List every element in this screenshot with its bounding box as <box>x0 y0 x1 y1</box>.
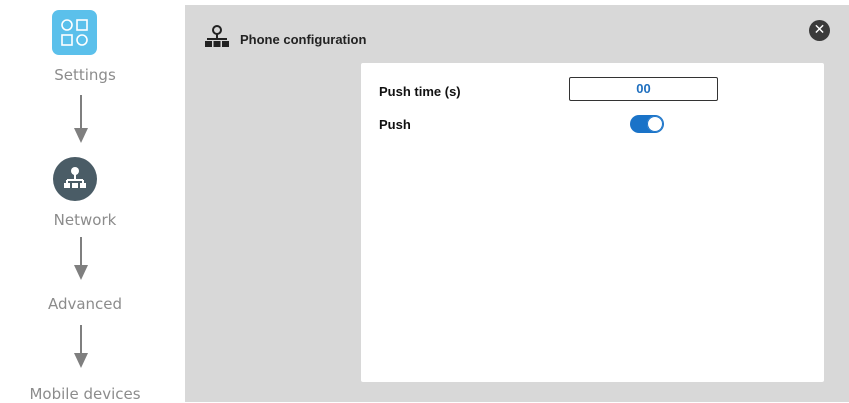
push-label: Push <box>379 117 411 132</box>
arrow-down-icon <box>74 325 88 375</box>
arrow-down-icon <box>74 237 88 287</box>
nav-step-advanced[interactable]: Advanced <box>0 295 170 313</box>
nav-step-mobile-devices[interactable]: Mobile devices <box>0 385 170 403</box>
arrow-down-icon <box>74 95 88 145</box>
phone-configuration-panel: Phone configuration ✕ Push time (s) 00 P… <box>185 5 849 402</box>
toggle-knob <box>647 116 663 132</box>
settings-icon[interactable] <box>52 10 97 55</box>
nav-step-network[interactable]: Network <box>0 211 170 229</box>
close-icon: ✕ <box>813 22 826 38</box>
network-tree-icon <box>203 24 231 52</box>
nav-step-settings[interactable]: Settings <box>0 66 170 84</box>
dialog-title: Phone configuration <box>240 32 367 47</box>
settings-card: Push time (s) 00 Push <box>361 63 824 382</box>
close-button[interactable]: ✕ <box>809 20 830 41</box>
push-time-input[interactable]: 00 <box>569 77 718 101</box>
network-icon[interactable] <box>53 157 97 201</box>
setup-steps-nav: Settings Network Advanced Mobile devices <box>0 0 170 403</box>
push-time-label: Push time (s) <box>379 84 461 99</box>
push-toggle[interactable] <box>630 115 664 133</box>
